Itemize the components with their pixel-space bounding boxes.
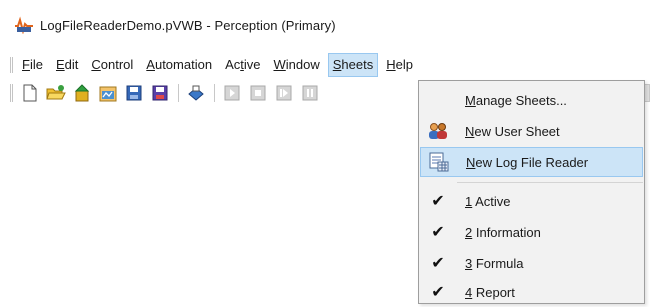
play-icon[interactable]: [221, 83, 243, 103]
perception-app-icon[interactable]: [14, 16, 34, 35]
menu-item-label: New User Sheet: [465, 123, 560, 139]
menu-active[interactable]: Active: [220, 53, 265, 77]
title-bar: LogFileReaderDemo.pVWB - Perception (Pri…: [0, 0, 653, 50]
pause-icon[interactable]: [299, 83, 321, 103]
print-icon[interactable]: [185, 83, 207, 103]
menu-item-label: 2 Information: [465, 224, 541, 240]
users-icon: [427, 121, 449, 141]
menu-item-sheet-report[interactable]: ✔ 4 Report: [420, 277, 643, 307]
menu-sheets[interactable]: Sheets: [327, 53, 379, 77]
menu-control[interactable]: Control: [86, 53, 138, 77]
menu-window[interactable]: Window: [268, 53, 324, 77]
step-icon[interactable]: [273, 83, 295, 103]
open-window-icon[interactable]: [97, 83, 119, 103]
check-icon: ✔: [431, 284, 445, 301]
menu-item-manage-sheets[interactable]: Manage Sheets...: [420, 85, 643, 115]
import-icon[interactable]: [71, 83, 93, 103]
menu-item-label: 4 Report: [465, 284, 515, 300]
sheets-menu-dropdown: Manage Sheets... New User Sheet New Log …: [418, 80, 645, 304]
menu-item-label: New Log File Reader: [466, 154, 589, 170]
menubar-grip[interactable]: [10, 57, 13, 73]
check-icon: ✔: [431, 224, 445, 241]
toolbar-separator-2: [214, 84, 215, 102]
menu-item-new-user-sheet[interactable]: New User Sheet: [420, 116, 643, 146]
menu-file[interactable]: File: [17, 53, 48, 77]
stop-icon[interactable]: [247, 83, 269, 103]
toolbar-grip[interactable]: [10, 84, 13, 102]
menu-separator: [457, 182, 643, 183]
menu-item-new-log-file-reader[interactable]: New Log File Reader: [420, 147, 643, 177]
menu-item-label: Manage Sheets...: [465, 92, 567, 108]
menu-item-label: 1 Active: [465, 193, 511, 209]
menu-item-label: 3 Formula: [465, 255, 524, 271]
menu-automation[interactable]: Automation: [141, 53, 217, 77]
save-icon[interactable]: [123, 83, 145, 103]
toolbar-separator: [178, 84, 179, 102]
window-title: LogFileReaderDemo.pVWB - Perception (Pri…: [40, 17, 336, 33]
log-reader-icon: [428, 152, 450, 172]
check-icon: ✔: [431, 193, 445, 210]
menu-item-sheet-information[interactable]: ✔ 2 Information: [420, 217, 643, 247]
menu-help[interactable]: Help: [381, 53, 418, 77]
menu-edit[interactable]: Edit: [51, 53, 83, 77]
menu-item-sheet-active[interactable]: ✔ 1 Active: [420, 186, 643, 216]
save-as-icon[interactable]: [149, 83, 171, 103]
open-folder-icon[interactable]: [45, 83, 67, 103]
menu-item-sheet-formula[interactable]: ✔ 3 Formula: [420, 248, 643, 278]
new-file-icon[interactable]: [19, 83, 41, 103]
menu-bar: File Edit Control Automation Active Wind…: [0, 52, 653, 78]
check-icon: ✔: [431, 255, 445, 272]
